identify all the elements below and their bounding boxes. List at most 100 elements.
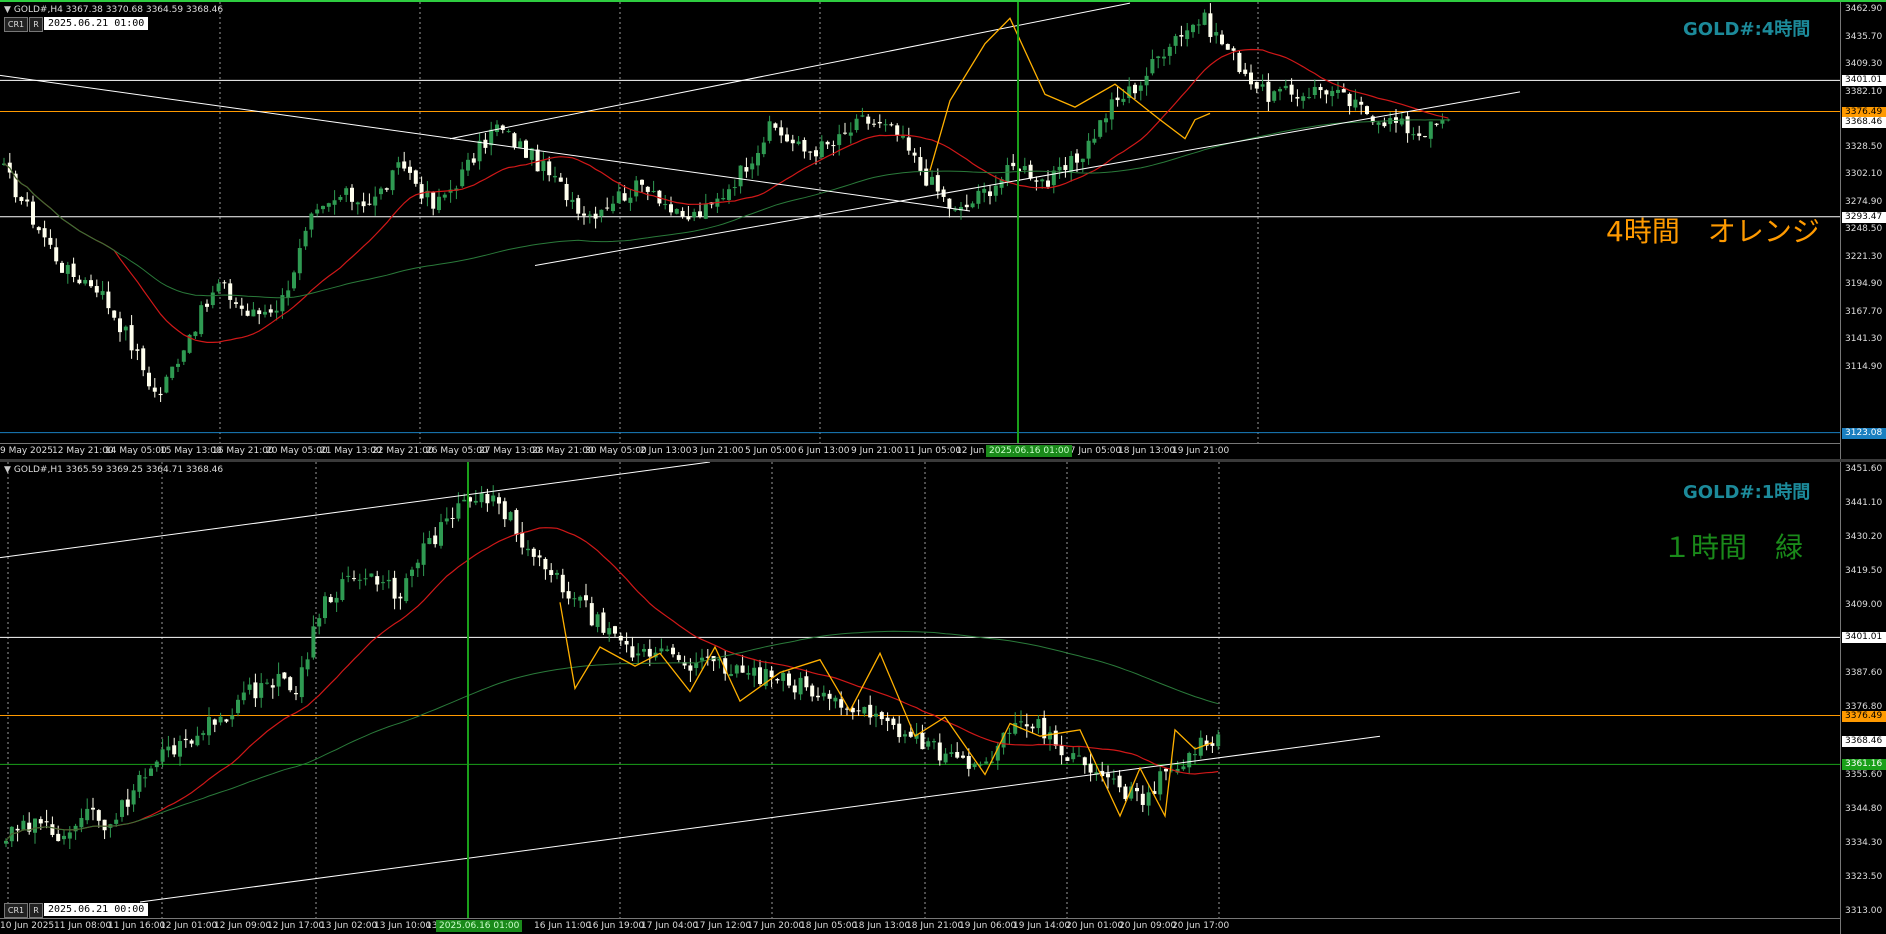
candle-body xyxy=(1057,166,1062,171)
time-axis-label: 18 Jun 21:00 xyxy=(906,921,964,931)
h4-cr-button[interactable]: CR1 xyxy=(4,17,28,32)
time-axis-label: 18 Jun 13:00 xyxy=(1118,446,1176,456)
h4-plot-area[interactable] xyxy=(0,2,1840,443)
candle-body xyxy=(1214,32,1219,36)
price-axis-label: 3387.60 xyxy=(1845,668,1883,678)
candle-body xyxy=(340,579,345,600)
candle-body xyxy=(1237,52,1242,73)
candle-body xyxy=(584,595,588,601)
price-axis-label: 3114.90 xyxy=(1845,361,1883,372)
candle-body xyxy=(276,673,281,687)
candle-body xyxy=(1181,766,1186,770)
time-axis-label: 20 Jun 09:00 xyxy=(1119,921,1177,931)
candle-body xyxy=(624,640,629,645)
candle-body xyxy=(311,626,316,658)
candle-body xyxy=(1307,97,1311,99)
candle-body xyxy=(1024,724,1029,727)
h1-time-axis[interactable]: 10 Jun 2025 11 Jun 08:00 11 Jun 16:00 12 Ju… xyxy=(0,918,1840,934)
candle-body xyxy=(396,162,401,168)
candle-body xyxy=(50,824,55,835)
candle-body xyxy=(4,840,8,844)
candle-body xyxy=(1117,775,1122,788)
candle-body xyxy=(1243,69,1248,74)
candle-body xyxy=(1104,118,1108,123)
candle-body xyxy=(381,582,385,584)
time-axis-label: 16 May 21:00 xyxy=(212,446,274,456)
candle-body xyxy=(804,676,809,688)
h4-date-box: 2025.06.21 01:00 xyxy=(44,17,149,30)
h4-r-button[interactable]: R xyxy=(29,17,43,32)
time-axis-label: 14 May 05:00 xyxy=(105,446,167,456)
price-axis-label: 3355.60 xyxy=(1845,770,1883,780)
h4-time-axis[interactable]: 9 May 2025 12 May 21:00 14 May 05:00 15 May… xyxy=(0,443,1840,459)
h1-plot-area[interactable] xyxy=(0,462,1840,918)
h4-note-orange: 4時間 オレンジ xyxy=(1606,215,1820,248)
candle-body xyxy=(315,209,320,214)
candle-body xyxy=(230,715,235,720)
h1-price-axis[interactable]: 3451.603441.103430.203419.503409.003398.… xyxy=(1840,462,1886,934)
candle-body xyxy=(390,170,395,191)
candle-body xyxy=(257,310,262,315)
time-axis-label: 20 May 05:00 xyxy=(266,446,328,456)
candle-body xyxy=(309,213,314,230)
time-axis-label: 19 Jun 14:00 xyxy=(1013,921,1071,931)
candle-body xyxy=(495,124,499,133)
candle-body xyxy=(752,667,757,676)
time-axis-label: 13 Jun 10:00 xyxy=(374,921,432,931)
price-axis-label: 3194.90 xyxy=(1845,279,1883,289)
time-axis-label: 11 Jun 05:00 xyxy=(904,446,962,456)
candle-body xyxy=(1376,122,1381,125)
candle-body xyxy=(1191,24,1195,33)
candle-body xyxy=(769,670,774,678)
candle-body xyxy=(885,717,890,722)
candle-body xyxy=(149,768,153,776)
candle-body xyxy=(767,121,772,141)
h4-chart-pane[interactable]: ▼ GOLD#,H4 3367.38 3370.68 3364.59 3368.4… xyxy=(0,0,1886,459)
candle-body xyxy=(613,626,617,634)
h1-chart-pane[interactable]: ▼ GOLD#,H1 3365.59 3369.25 3364.71 3368.4… xyxy=(0,462,1886,934)
candle-body xyxy=(491,495,496,502)
candle-body xyxy=(352,578,356,580)
candle-body xyxy=(808,151,813,153)
time-axis-label: 17 Jun 04:00 xyxy=(641,921,699,931)
candle-body xyxy=(796,141,801,144)
candle-body xyxy=(558,177,563,182)
candle-body xyxy=(920,732,925,750)
candle-body xyxy=(746,673,751,675)
candle-body xyxy=(135,349,140,351)
candle-body xyxy=(688,665,693,671)
h1-cr-button[interactable]: CR1 xyxy=(4,903,28,918)
candle-body xyxy=(1109,99,1114,120)
candle-body xyxy=(166,746,171,751)
price-axis-label: 3419.50 xyxy=(1845,566,1883,576)
candle-body xyxy=(334,597,339,603)
candle-body xyxy=(292,272,296,289)
candle-body xyxy=(479,492,484,503)
candle-body xyxy=(622,193,627,201)
candle-body xyxy=(236,699,240,714)
candle-body xyxy=(263,311,267,315)
collapse-triangle-icon[interactable]: ▼ xyxy=(4,5,11,15)
candle-body xyxy=(659,648,664,652)
candle-body xyxy=(427,538,432,545)
candle-body xyxy=(332,200,337,205)
h1-date-box: 2025.06.21 00:00 xyxy=(44,903,149,916)
candle-body xyxy=(450,517,455,519)
candle-body xyxy=(872,123,876,125)
price-axis-label: 3409.30 xyxy=(1845,59,1883,69)
time-axis-label: 22 May 21:00 xyxy=(372,446,434,456)
candle-body xyxy=(541,160,546,172)
candle-body xyxy=(1156,56,1161,58)
candle-body xyxy=(932,741,936,743)
candle-body xyxy=(814,150,818,157)
moving-average-red xyxy=(5,527,1219,842)
collapse-triangle-icon[interactable]: ▼ xyxy=(4,465,11,475)
candle-body xyxy=(178,740,182,757)
candle-body xyxy=(350,187,354,202)
candle-body xyxy=(526,548,530,551)
candle-body xyxy=(694,662,699,669)
price-tag: 3368.46 xyxy=(1842,736,1886,748)
candle-body xyxy=(819,141,824,158)
h4-price-axis[interactable]: 3462.903435.703409.303382.103355.703328.… xyxy=(1840,2,1886,459)
h1-r-button[interactable]: R xyxy=(29,903,43,918)
